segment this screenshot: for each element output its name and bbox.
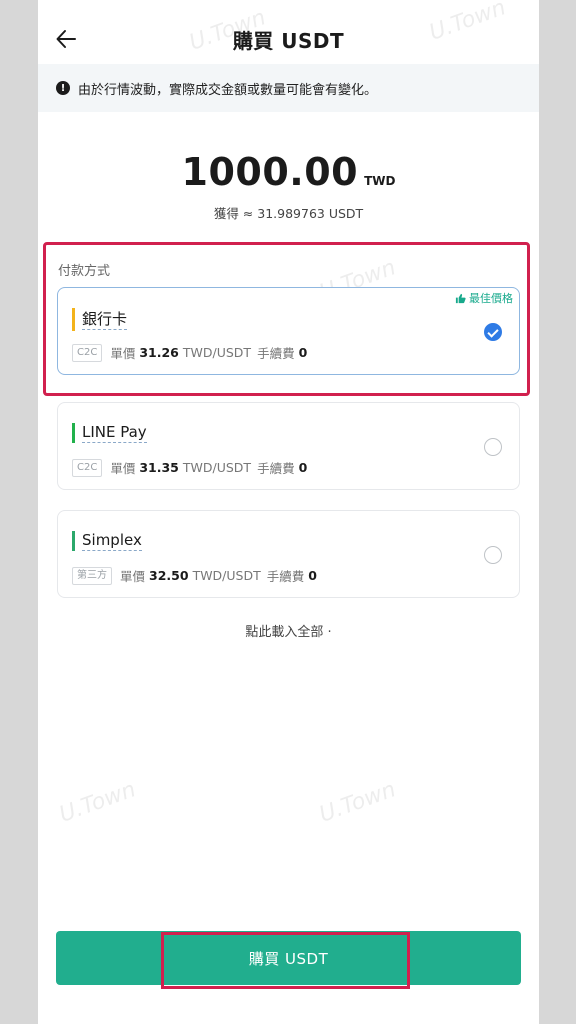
amount-currency: TWD <box>364 174 396 188</box>
receive-estimate: 獲得 ≈ 31.989763 USDT <box>213 206 364 221</box>
price-fluctuation-notice: ! 由於行情波動，實際成交金額或數量可能會有變化。 <box>38 64 539 112</box>
payment-method-label: 付款方式 <box>58 264 111 279</box>
load-all-link[interactable]: 點此載入全部 · <box>38 621 539 640</box>
unit-price: 31.26 <box>139 345 179 360</box>
watermark: U.Town <box>56 777 140 828</box>
buy-usdt-button[interactable]: 購買 USDT <box>56 931 521 985</box>
payment-method-name: 銀行卡 <box>72 308 128 331</box>
radio-unchecked-icon[interactable] <box>484 546 502 564</box>
amount-display: 1000.00 TWD <box>38 150 539 194</box>
method-tag: 第三方 <box>72 566 112 585</box>
unit-price: 31.35 <box>139 460 179 475</box>
payment-option-bank-card[interactable]: 最佳價格 銀行卡 C2C 單價 31.26 TWD/USDT 手續費 0 <box>57 287 520 375</box>
exclamation-icon: ! <box>56 81 70 95</box>
page-title: 購買 USDT <box>232 28 345 53</box>
fee-value: 0 <box>298 460 308 475</box>
method-tag: C2C <box>72 458 103 477</box>
arrow-left-icon <box>56 30 76 48</box>
notice-text: 由於行情波動，實際成交金額或數量可能會有變化。 <box>78 82 378 98</box>
payment-method-details: 第三方 單價 32.50 TWD/USDT 手續費 0 <box>72 566 321 585</box>
payment-method-details: C2C 單價 31.26 TWD/USDT 手續費 0 <box>72 343 311 362</box>
payment-method-name: LINE Pay <box>72 423 147 443</box>
best-price-badge: 最佳價格 <box>455 290 513 306</box>
watermark: U.Town <box>316 777 400 828</box>
fee-value: 0 <box>308 568 317 583</box>
check-icon[interactable] <box>484 323 502 341</box>
payment-method-name: Simplex <box>72 531 142 551</box>
payment-method-details: C2C 單價 31.35 TWD/USDT 手續費 0 <box>72 458 311 477</box>
app-screen: U.Town U.Town U.Town U.Town U.Town U.Tow… <box>38 0 539 1024</box>
radio-unchecked-icon[interactable] <box>484 438 502 456</box>
payment-option-line-pay[interactable]: LINE Pay C2C 單價 31.35 TWD/USDT 手續費 0 <box>57 402 520 490</box>
back-button[interactable] <box>52 25 80 53</box>
payment-option-simplex[interactable]: Simplex 第三方 單價 32.50 TWD/USDT 手續費 0 <box>57 510 520 598</box>
unit-price: 32.50 <box>149 568 189 583</box>
amount-value: 1000.00 <box>181 150 359 194</box>
fee-value: 0 <box>298 345 308 360</box>
thumbs-up-icon <box>455 293 466 303</box>
method-tag: C2C <box>72 343 103 362</box>
